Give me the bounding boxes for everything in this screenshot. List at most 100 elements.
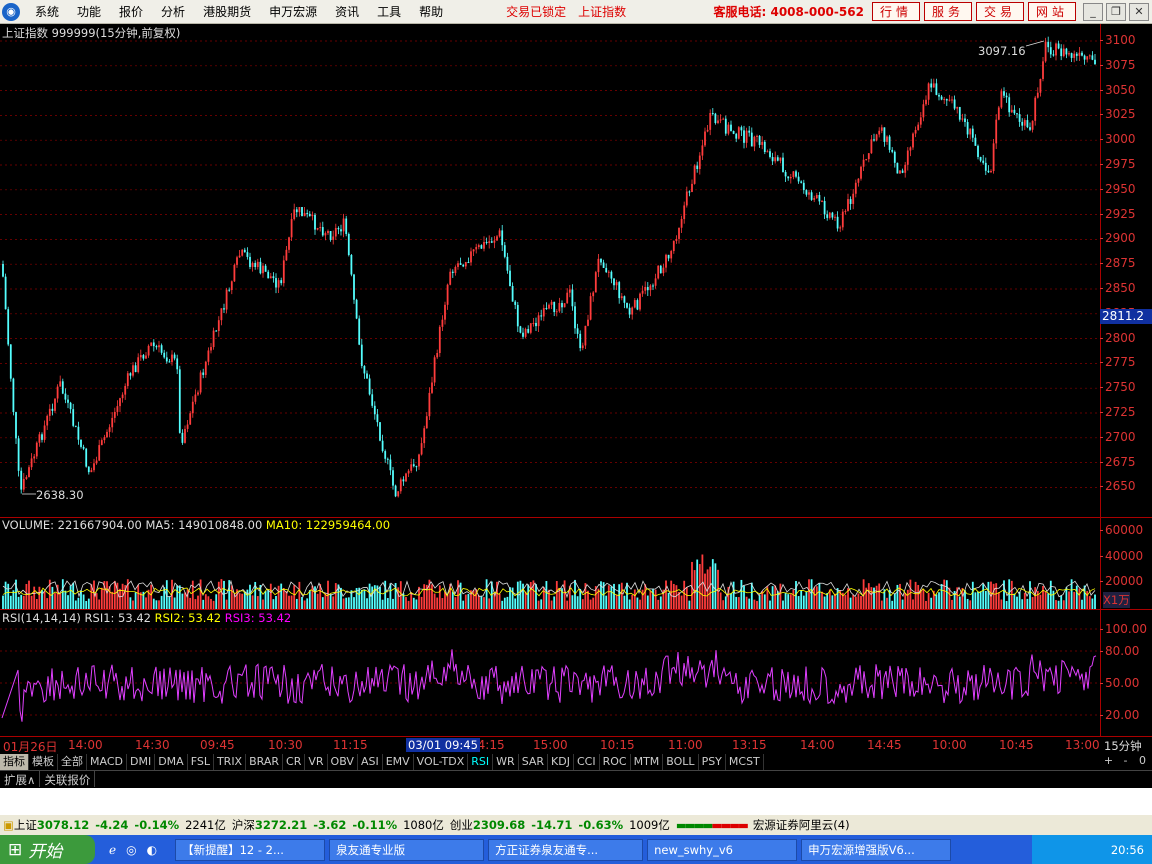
close-icon[interactable]: ✕: [1129, 2, 1149, 21]
menu-hk-futures[interactable]: 港股期货: [194, 3, 260, 20]
candle-body: [678, 227, 680, 239]
volume-bar: [441, 598, 444, 609]
candle-body: [410, 464, 413, 471]
volume-bar: [589, 599, 592, 609]
trade-lock-status[interactable]: 交易已锁定: [500, 3, 572, 20]
indicator-tab[interactable]: FSL: [188, 754, 214, 770]
reset-button[interactable]: 0: [1134, 754, 1151, 770]
clock[interactable]: 20:56: [1111, 843, 1144, 857]
period-label[interactable]: 15分钟: [1104, 738, 1142, 754]
indicator-tab[interactable]: EMV: [383, 754, 414, 770]
menu-tools[interactable]: 工具: [368, 3, 410, 20]
indicator-tab[interactable]: CR: [283, 754, 306, 770]
tab-service[interactable]: 服务: [923, 2, 972, 21]
task-item[interactable]: 申万宏源增强版V6...: [801, 838, 952, 861]
indicator-tab[interactable]: ASI: [358, 754, 383, 770]
indicator-tab[interactable]: VR: [305, 754, 328, 770]
price-tick: 2750: [1100, 380, 1136, 395]
zoom-in-button[interactable]: +: [1100, 754, 1117, 770]
app-quicklaunch-icon[interactable]: ◐: [147, 843, 157, 857]
volume-bar: [74, 600, 77, 609]
volume-bar: [295, 598, 298, 609]
indicator-tab[interactable]: MTM: [631, 754, 664, 770]
indicator-tab[interactable]: KDJ: [548, 754, 574, 770]
indicator-tab[interactable]: OBV: [328, 754, 358, 770]
indicator-tab[interactable]: 模板: [29, 754, 58, 770]
indicator-tab[interactable]: MACD: [87, 754, 127, 770]
indicator-tab[interactable]: SAR: [519, 754, 549, 770]
candle-body: [1073, 53, 1076, 58]
indicator-tab[interactable]: BRAR: [246, 754, 284, 770]
related-quote-tab[interactable]: 关联报价: [40, 771, 96, 787]
candle-body: [262, 265, 264, 274]
candle-body: [594, 272, 597, 293]
indicator-tab[interactable]: BOLL: [663, 754, 699, 770]
menu-help[interactable]: 帮助: [410, 3, 452, 20]
indicator-tab[interactable]: TRIX: [214, 754, 247, 770]
restore-icon[interactable]: ❐: [1106, 2, 1126, 21]
candle-body: [28, 467, 30, 478]
menu-info[interactable]: 资讯: [326, 3, 368, 20]
indicator-tab[interactable]: CCI: [574, 754, 600, 770]
menu-function[interactable]: 功能: [68, 3, 110, 20]
candle-body: [212, 330, 215, 348]
volume-bar: [951, 599, 953, 609]
candle-body: [493, 240, 496, 243]
tab-website[interactable]: 网站: [1027, 2, 1076, 21]
zoom-out-button[interactable]: -: [1117, 754, 1134, 770]
price-axis: 3100 3075 3050 3025 3000 2975 2950 2925 2900 2875…: [1100, 24, 1152, 517]
task-item[interactable]: new_swhy_v6: [647, 838, 798, 861]
volume-bar: [269, 583, 272, 609]
candle-body: [631, 307, 634, 315]
candle-body: [220, 308, 223, 321]
indicator-tab[interactable]: VOL-TDX: [414, 754, 469, 770]
indicator-tab[interactable]: DMI: [127, 754, 156, 770]
indicator-tab[interactable]: WR: [493, 754, 519, 770]
task-item[interactable]: 【新提醒】12 - 2...: [175, 838, 326, 861]
volume-bar: [995, 583, 998, 609]
menu-quote[interactable]: 报价: [110, 3, 152, 20]
volume-bar: [241, 593, 244, 609]
candle-body: [412, 464, 415, 467]
menu-system[interactable]: 系统: [26, 3, 68, 20]
task-item[interactable]: 泉友通专业版: [329, 838, 485, 861]
indicator-tab[interactable]: RSI: [468, 754, 494, 770]
server-label[interactable]: 宏源证券阿里云(4): [753, 817, 850, 833]
time-tick: 13:00: [1065, 738, 1100, 752]
volume-bar: [160, 595, 163, 609]
candle-body: [246, 252, 249, 257]
indicator-tab[interactable]: PSY: [699, 754, 726, 770]
volume-bar: [1091, 598, 1094, 609]
volume-bar: [878, 583, 881, 609]
tab-trade[interactable]: 交易: [975, 2, 1024, 21]
minimize-icon[interactable]: _: [1083, 2, 1103, 21]
tab-market[interactable]: 行情: [871, 2, 920, 21]
ie-icon[interactable]: ℯ: [109, 843, 116, 857]
volume-bar: [693, 570, 696, 609]
candle-body: [579, 333, 582, 349]
chart-canvas[interactable]: [0, 24, 1100, 754]
indicator-tab[interactable]: DMA: [155, 754, 188, 770]
volume-bar: [288, 595, 290, 609]
app-logo-icon[interactable]: ◉: [2, 2, 20, 21]
candle-body: [259, 261, 262, 274]
candle-body: [366, 373, 368, 379]
start-button[interactable]: ⊞ 开始: [0, 835, 95, 864]
time-tick: 10:15: [600, 738, 635, 752]
menu-swhy[interactable]: 申万宏源: [260, 3, 326, 20]
volume-bar: [119, 588, 121, 609]
indicator-tab[interactable]: 全部: [58, 754, 87, 770]
indicator-tab[interactable]: 指标: [0, 754, 29, 770]
volume-bar: [522, 583, 524, 609]
volume-bar: [1081, 599, 1083, 609]
expand-tab[interactable]: 扩展∧: [0, 771, 41, 787]
indicator-tab[interactable]: ROC: [600, 754, 631, 770]
volume-bar: [914, 581, 917, 609]
chrome-icon[interactable]: ◎: [126, 843, 136, 857]
candle-body: [654, 278, 657, 286]
candle-body: [706, 129, 709, 132]
candle-body: [51, 408, 54, 411]
indicator-tab[interactable]: MCST: [726, 754, 764, 770]
task-item[interactable]: 方正证券泉友通专...: [488, 838, 644, 861]
menu-analysis[interactable]: 分析: [152, 3, 194, 20]
